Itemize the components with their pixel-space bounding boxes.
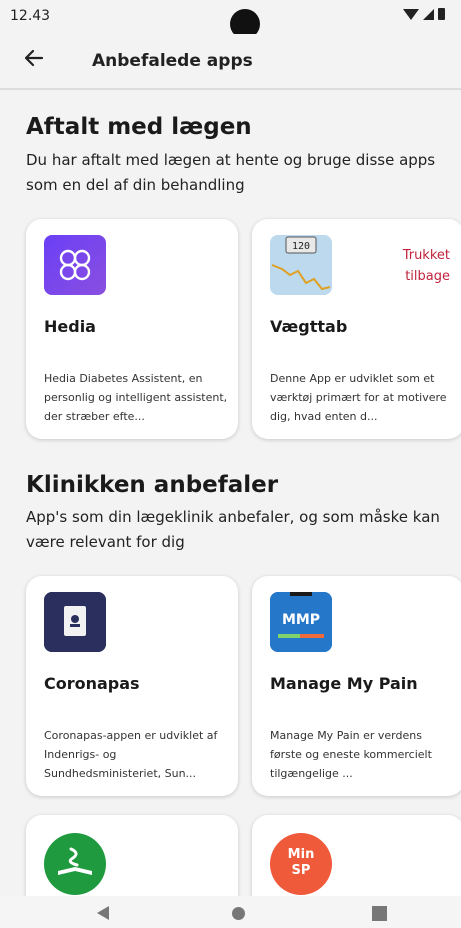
app-description: Manage My Pain er verdens første og enes… (270, 729, 432, 780)
back-arrow-icon[interactable] (22, 46, 58, 76)
nav-back-icon[interactable] (97, 906, 109, 920)
section-title: Klinikken anbefaler (26, 472, 279, 498)
svg-text:120: 120 (292, 241, 310, 252)
wifi-icon (403, 8, 419, 20)
app-card-coronapas[interactable]: Coronapas Coronapas-appen er udviklet af… (26, 576, 238, 796)
app-card-hedia[interactable]: Hedia Hedia Diabetes Assistent, en perso… (26, 219, 238, 439)
battery-icon (438, 8, 445, 20)
app-card-manage-my-pain[interactable]: MMP Manage My Pain Manage My Pain er ver… (252, 576, 461, 796)
scale-chart-icon: 120 (270, 235, 332, 295)
app-description: Hedia Diabetes Assistent, en personlig o… (44, 372, 228, 423)
min-sp-logo-icon: Min SP (270, 833, 332, 895)
signal-icon (423, 8, 434, 20)
app-name: Hedia (44, 317, 96, 336)
min-sp-icon-text: Min SP (287, 847, 315, 878)
page-title: Anbefalede apps (92, 51, 253, 71)
section-title: Aftalt med lægen (26, 114, 252, 140)
mmp-logo-icon: MMP (270, 592, 332, 652)
app-bar: Anbefalede apps (0, 34, 461, 90)
nav-home-icon[interactable] (232, 907, 245, 920)
passport-icon (44, 592, 106, 652)
status-icons (403, 8, 445, 20)
withdrawn-label: Trukket tilbage (402, 248, 450, 284)
mmp-icon-text: MMP (282, 612, 320, 628)
app-name: Coronapas (44, 674, 140, 693)
section-description: App's som din lægeklinik anbefaler, og s… (26, 508, 440, 551)
status-time: 12.43 (10, 8, 51, 24)
app-description: Denne App er udviklet som et værktøj pri… (270, 372, 447, 423)
app-name: Manage My Pain (270, 674, 418, 693)
nav-recent-apps-icon[interactable] (372, 906, 387, 921)
app-description: Coronapas-appen er udviklet af Indenrigs… (44, 729, 218, 780)
hedia-logo-icon (44, 235, 106, 295)
status-bar: 12.43 (0, 0, 461, 39)
green-book-logo-icon (44, 833, 106, 895)
system-nav-bar (0, 896, 461, 928)
app-card-vaegttab[interactable]: 120 Trukket tilbage Vægttab Denne App er… (252, 219, 461, 439)
section-description: Du har aftalt med lægen at hente og brug… (26, 151, 436, 194)
app-name: Vægttab (270, 317, 348, 336)
